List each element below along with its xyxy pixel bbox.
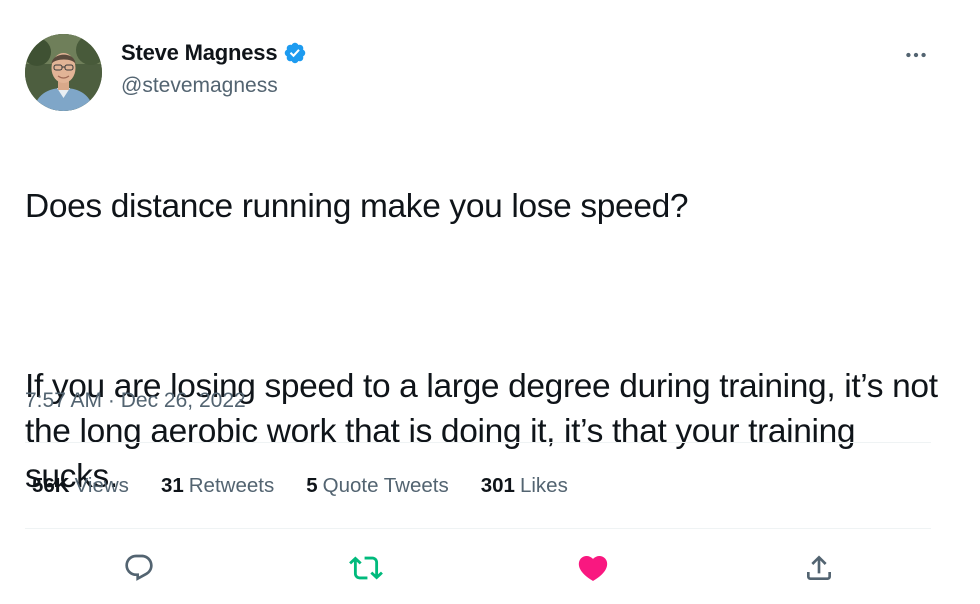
views-count: 56K [32, 474, 70, 497]
stat-views[interactable]: 56K Views [32, 474, 129, 498]
views-label: Views [74, 474, 129, 497]
likes-count: 301 [480, 474, 515, 497]
quote-tweets-label: Quote Tweets [322, 474, 449, 497]
timestamp-time[interactable]: 7:57 AM [25, 389, 102, 412]
quote-tweets-count: 5 [306, 474, 318, 497]
more-options-button[interactable] [898, 40, 934, 70]
stat-quote-tweets[interactable]: 5 Quote Tweets [306, 474, 449, 498]
retweets-count: 31 [160, 474, 184, 497]
heart-icon [578, 555, 608, 581]
engagement-stats: 56K Views 31 Retweets 5 Quote Tweets 301 Lik… [32, 474, 600, 498]
timestamp: 7:57 AM · Dec 26, 2022 [25, 389, 246, 413]
avatar-image [25, 34, 102, 111]
stat-likes[interactable]: 301 Likes [481, 474, 568, 498]
like-button[interactable] [573, 548, 613, 588]
tweet-text-line-1: Does distance running make you lose spee… [25, 188, 689, 225]
share-icon [807, 555, 831, 580]
retweet-button[interactable] [346, 548, 386, 588]
stat-retweets[interactable]: 31 Retweets [161, 474, 274, 498]
author-name[interactable]: Steve Magness [121, 40, 307, 66]
share-button[interactable] [799, 548, 839, 588]
author-name-text: Steve Magness [121, 40, 278, 65]
divider-bottom [25, 528, 931, 529]
retweet-icon [349, 556, 383, 580]
tweet-card: Steve Magness @stevemagness Does distanc… [0, 0, 980, 604]
likes-label: Likes [519, 474, 568, 497]
timestamp-date[interactable]: Dec 26, 2022 [121, 389, 246, 412]
avatar[interactable] [25, 34, 102, 111]
divider-top [25, 442, 931, 443]
reply-icon [125, 554, 153, 581]
retweets-label: Retweets [188, 474, 275, 497]
more-options-icon [906, 52, 926, 58]
timestamp-separator: · [107, 389, 115, 412]
action-bar [0, 548, 980, 588]
verified-badge-icon [283, 41, 307, 65]
author-handle[interactable]: @stevemagness [121, 74, 278, 98]
reply-button[interactable] [119, 548, 159, 588]
